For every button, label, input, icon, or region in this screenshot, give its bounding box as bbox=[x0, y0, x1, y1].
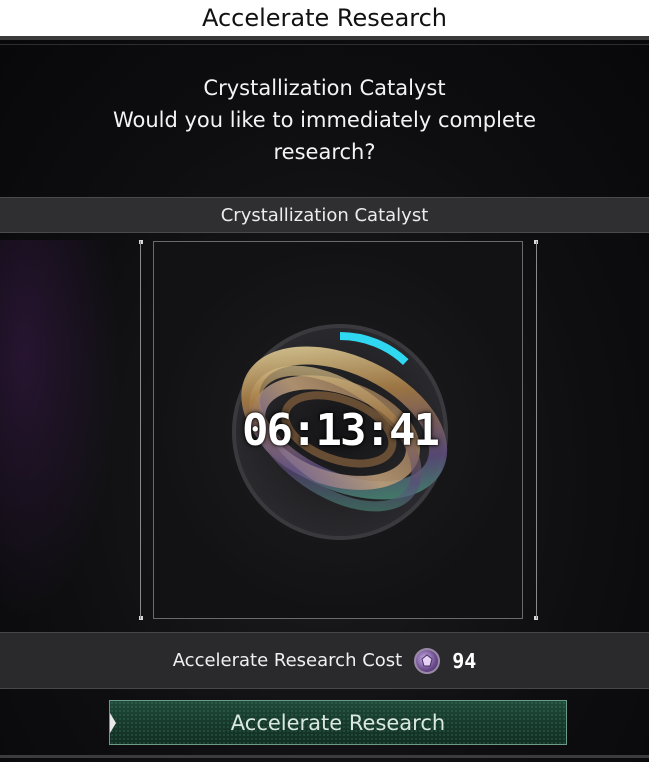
research-timer: 06:13:41 bbox=[242, 405, 440, 456]
cost-value: 94 bbox=[452, 648, 477, 673]
divider bbox=[0, 44, 649, 45]
divider bbox=[0, 755, 649, 758]
prompt-question: Would you like to immediately complete r… bbox=[112, 108, 537, 164]
crystal-coin-icon bbox=[414, 647, 441, 674]
background-glow bbox=[0, 240, 120, 620]
prompt-item-name: Crystallization Catalyst bbox=[203, 76, 446, 100]
title-bar: Accelerate Research bbox=[0, 0, 649, 40]
coin-emblem-icon bbox=[421, 653, 433, 666]
dialog-title: Accelerate Research bbox=[201, 4, 448, 32]
frame-edge bbox=[536, 241, 537, 619]
frame-edge bbox=[140, 241, 141, 619]
button-marker-icon bbox=[110, 713, 116, 733]
item-section-label: Crystallization Catalyst bbox=[220, 204, 429, 226]
accelerate-research-button-label: Accelerate Research bbox=[230, 710, 446, 735]
accelerate-research-button[interactable]: Accelerate Research bbox=[109, 700, 567, 745]
item-section-header: Crystallization Catalyst bbox=[0, 197, 649, 233]
cost-bar: Accelerate Research Cost 94 bbox=[0, 632, 649, 689]
cost-label: Accelerate Research Cost bbox=[172, 650, 403, 671]
prompt-text: Crystallization Catalyst Would you like … bbox=[60, 72, 589, 168]
